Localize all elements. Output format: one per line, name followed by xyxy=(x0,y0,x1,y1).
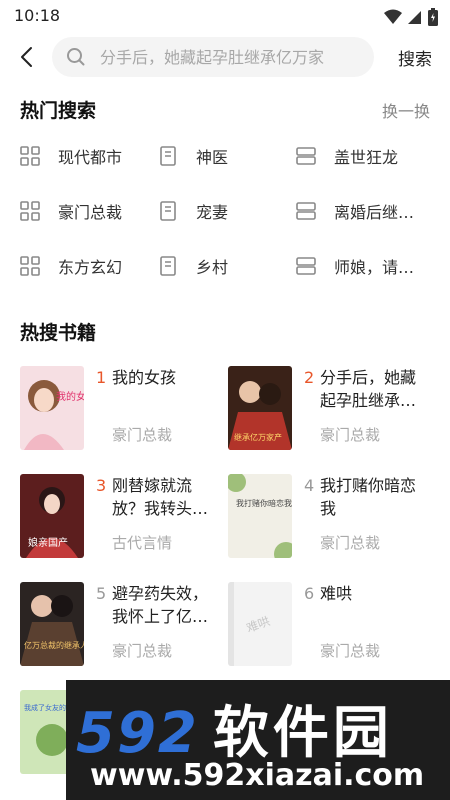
grid-icon xyxy=(20,146,40,166)
hot-search-row: 现代都市 神医 盖世狂龙 xyxy=(20,130,440,185)
search-box[interactable] xyxy=(52,37,374,77)
watermark-numerals: 592 xyxy=(76,701,199,766)
cover-title: 继承亿万家产 xyxy=(234,432,282,442)
book-icon xyxy=(158,256,178,276)
hot-search-item[interactable]: 盖世狂龙 xyxy=(296,144,398,168)
hot-search-label: 盖世狂龙 xyxy=(334,148,399,167)
book-cover: 继承亿万家产 xyxy=(228,366,292,450)
watermark-url: www.592xiazai.com xyxy=(90,758,425,793)
book-rank: 2 xyxy=(304,368,315,387)
hot-search-label: 豪门总裁 xyxy=(58,203,123,222)
hot-search-grid: 现代都市 神医 盖世狂龙 豪门总裁 宠妻 离婚后继… 东方玄幻 乡村 师娘，请… xyxy=(20,130,440,295)
hot-search-item[interactable]: 乡村 xyxy=(158,254,228,278)
hot-search-label: 东方玄幻 xyxy=(58,258,123,277)
hot-search-item[interactable]: 神医 xyxy=(158,144,228,168)
hot-search-label: 宠妻 xyxy=(196,203,229,222)
wifi-icon xyxy=(384,9,402,24)
book-item[interactable]: 难哄 6 难哄 豪门总裁 xyxy=(228,582,438,678)
book-rank: 5 xyxy=(96,584,107,603)
hot-search-item[interactable]: 豪门总裁 xyxy=(20,199,122,223)
book-title: 我的女孩 xyxy=(112,368,177,387)
book-icon xyxy=(158,201,178,221)
book-cover: 我打赌你暗恋我 xyxy=(228,474,292,558)
book-cover: 我的女孩 xyxy=(20,366,84,450)
section-title-hot-search: 热门搜索 xyxy=(20,100,97,122)
book-tag: 豪门总裁 xyxy=(320,426,381,444)
list-icon xyxy=(296,201,316,221)
book-item[interactable]: 我的女孩 1 我的女孩 豪门总裁 xyxy=(20,366,230,462)
status-bar: 10:18 xyxy=(0,0,450,32)
cover-title: 我打赌你暗恋我 xyxy=(236,498,292,508)
hot-search-item[interactable]: 离婚后继… xyxy=(296,199,414,223)
book-title: 分手后，她藏起孕肚继承… xyxy=(320,368,417,410)
book-tag: 古代言情 xyxy=(112,534,173,552)
search-bar: 搜索 xyxy=(0,36,450,78)
book-title: 难哄 xyxy=(320,584,353,603)
hot-search-item[interactable]: 东方玄幻 xyxy=(20,254,122,278)
hot-search-item[interactable]: 师娘，请… xyxy=(296,254,414,278)
hot-search-label: 乡村 xyxy=(196,258,229,277)
hot-search-label: 师娘，请… xyxy=(334,258,415,277)
watermark-logo: 592 软件园 xyxy=(76,688,393,769)
hot-search-header: 热门搜索 换一换 xyxy=(20,96,430,124)
search-button[interactable]: 搜索 xyxy=(398,45,432,70)
book-rank: 6 xyxy=(304,584,315,603)
book-cover: 亿万总裁的继承人 xyxy=(20,582,84,666)
hot-search-row: 东方玄幻 乡村 师娘，请… xyxy=(20,240,440,295)
book-title: 我打赌你暗恋我 xyxy=(320,476,417,518)
watermark-name: 软件园 xyxy=(212,701,393,766)
battery-icon xyxy=(428,8,438,26)
book-rank: 4 xyxy=(304,476,315,495)
watermark-banner: 592 软件园 www.592xiazai.com xyxy=(66,680,450,800)
book-rank: 1 xyxy=(96,368,107,387)
book-rank: 3 xyxy=(96,476,107,495)
search-input[interactable] xyxy=(100,47,360,67)
book-item[interactable]: 我打赌你暗恋我 4 我打赌你暗恋我 豪门总裁 xyxy=(228,474,438,570)
status-icons xyxy=(384,8,438,26)
hot-search-label: 神医 xyxy=(196,148,229,167)
grid-icon xyxy=(20,201,40,221)
book-tag: 豪门总裁 xyxy=(112,642,173,660)
refresh-button[interactable]: 换一换 xyxy=(382,98,430,122)
hot-search-label: 现代都市 xyxy=(58,148,123,167)
cover-title: 娘亲国产 xyxy=(28,536,68,549)
book-item[interactable]: 亿万总裁的继承人 5 避孕药失效，我怀上了亿… 豪门总裁 xyxy=(20,582,230,678)
list-icon xyxy=(296,256,316,276)
hot-search-item[interactable]: 现代都市 xyxy=(20,144,122,168)
chevron-left-icon xyxy=(21,47,32,67)
book-cover: 娘亲国产 xyxy=(20,474,84,558)
search-icon xyxy=(66,47,86,67)
hot-search-label: 离婚后继… xyxy=(334,203,415,222)
book-icon xyxy=(158,146,178,166)
book-title: 避孕药失效，我怀上了亿… xyxy=(112,584,209,626)
hot-search-row: 豪门总裁 宠妻 离婚后继… xyxy=(20,185,440,240)
grid-icon xyxy=(20,256,40,276)
book-item[interactable]: 娘亲国产 3 刚替嫁就流放？我转头… 古代言情 xyxy=(20,474,230,570)
hot-search-item[interactable]: 宠妻 xyxy=(158,199,228,223)
list-icon xyxy=(296,146,316,166)
status-time: 10:18 xyxy=(14,6,61,25)
cover-title: 我的女孩 xyxy=(56,390,84,403)
book-tag: 豪门总裁 xyxy=(320,642,381,660)
section-title-hot-books: 热搜书籍 xyxy=(20,322,97,344)
book-title: 刚替嫁就流放？我转头… xyxy=(112,476,209,518)
back-button[interactable] xyxy=(14,44,38,70)
book-tag: 豪门总裁 xyxy=(320,534,381,552)
signal-icon xyxy=(408,11,421,24)
book-item[interactable]: 继承亿万家产 2 分手后，她藏起孕肚继承… 豪门总裁 xyxy=(228,366,438,462)
hot-books-header: 热搜书籍 xyxy=(20,318,430,346)
book-tag: 豪门总裁 xyxy=(112,426,173,444)
cover-title: 亿万总裁的继承人 xyxy=(24,640,84,650)
book-cover: 难哄 xyxy=(228,582,292,666)
